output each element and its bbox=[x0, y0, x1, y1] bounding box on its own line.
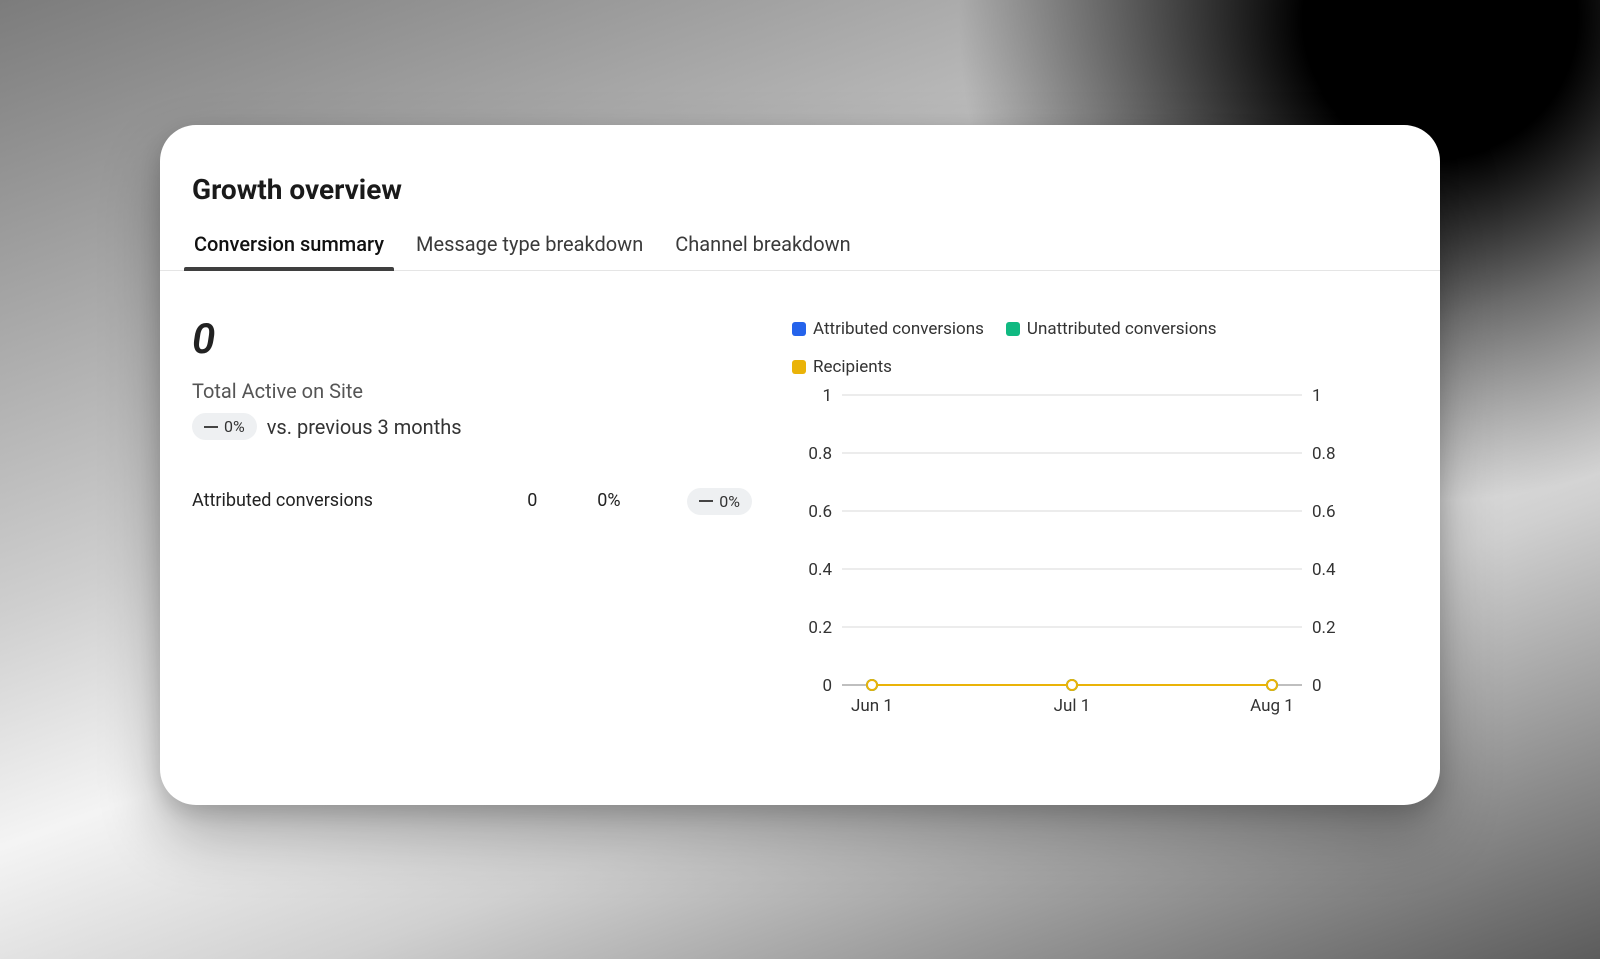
row-percent: 0% bbox=[597, 490, 687, 511]
x-axis-tick: Jul 1 bbox=[1054, 696, 1091, 716]
y-axis-left-tick: 1 bbox=[822, 386, 832, 406]
y-axis-right-tick: 0.8 bbox=[1312, 444, 1336, 464]
page-background: Growth overview Conversion summary Messag… bbox=[0, 0, 1600, 959]
data-point bbox=[1067, 680, 1077, 690]
card-title: Growth overview bbox=[192, 173, 1440, 206]
chart: 0 0 0.2 0.2 0.4 0.4 0.6 0.6 0.8 0.8 1 1 Jun 1 Jul 1 Au… bbox=[792, 385, 1352, 725]
trend-flat-icon bbox=[204, 426, 218, 428]
y-axis-right-tick: 0.6 bbox=[1312, 502, 1336, 522]
y-axis-right-tick: 0 bbox=[1312, 676, 1322, 696]
y-axis-left-tick: 0.6 bbox=[808, 502, 832, 522]
y-axis-left-tick: 0 bbox=[822, 676, 832, 696]
chart-legend: Attributed conversions Unattributed conve… bbox=[792, 319, 1312, 377]
y-axis-right-tick: 0.2 bbox=[1312, 618, 1336, 638]
trend-flat-icon bbox=[699, 500, 713, 502]
legend-label: Unattributed conversions bbox=[1027, 319, 1217, 339]
metric-change-value: 0% bbox=[224, 417, 245, 436]
legend-item[interactable]: Recipients bbox=[792, 357, 892, 377]
metric-name: Total Active on Site bbox=[192, 379, 752, 403]
legend-swatch-icon bbox=[1006, 322, 1020, 336]
legend-swatch-icon bbox=[792, 322, 806, 336]
metric-change-pill: 0% bbox=[192, 413, 257, 440]
x-axis-tick: Aug 1 bbox=[1250, 696, 1294, 716]
table-row: Attributed conversions 0 0% 0% bbox=[192, 486, 752, 515]
tab-message-type-breakdown[interactable]: Message type breakdown bbox=[414, 224, 645, 270]
x-axis-tick: Jun 1 bbox=[851, 696, 893, 716]
legend-label: Attributed conversions bbox=[813, 319, 984, 339]
legend-label: Recipients bbox=[813, 357, 892, 377]
legend-item[interactable]: Unattributed conversions bbox=[1006, 319, 1217, 339]
y-axis-right-tick: 1 bbox=[1312, 386, 1322, 406]
metric-comparison-text: vs. previous 3 months bbox=[267, 415, 462, 439]
tab-channel-breakdown[interactable]: Channel breakdown bbox=[673, 224, 852, 270]
legend-item[interactable]: Attributed conversions bbox=[792, 319, 984, 339]
y-axis-left-tick: 0.4 bbox=[808, 560, 832, 580]
summary-panel: 0 Total Active on Site 0% vs. previous 3… bbox=[192, 319, 752, 725]
row-value: 0 bbox=[527, 490, 597, 511]
row-change-pill: 0% bbox=[687, 488, 752, 515]
growth-overview-card: Growth overview Conversion summary Messag… bbox=[160, 125, 1440, 805]
row-label: Attributed conversions bbox=[192, 490, 527, 511]
metric-comparison: 0% vs. previous 3 months bbox=[192, 413, 752, 440]
card-content: 0 Total Active on Site 0% vs. previous 3… bbox=[160, 271, 1440, 725]
data-point bbox=[867, 680, 877, 690]
y-axis-left-tick: 0.2 bbox=[808, 618, 832, 638]
row-change-value: 0% bbox=[719, 492, 740, 511]
tab-conversion-summary[interactable]: Conversion summary bbox=[192, 224, 386, 270]
tabs: Conversion summary Message type breakdown… bbox=[160, 224, 1440, 271]
chart-panel: Attributed conversions Unattributed conve… bbox=[792, 319, 1408, 725]
data-point bbox=[1267, 680, 1277, 690]
metric-value: 0 bbox=[192, 319, 752, 361]
legend-swatch-icon bbox=[792, 360, 806, 374]
y-axis-right-tick: 0.4 bbox=[1312, 560, 1336, 580]
y-axis-left-tick: 0.8 bbox=[808, 444, 832, 464]
